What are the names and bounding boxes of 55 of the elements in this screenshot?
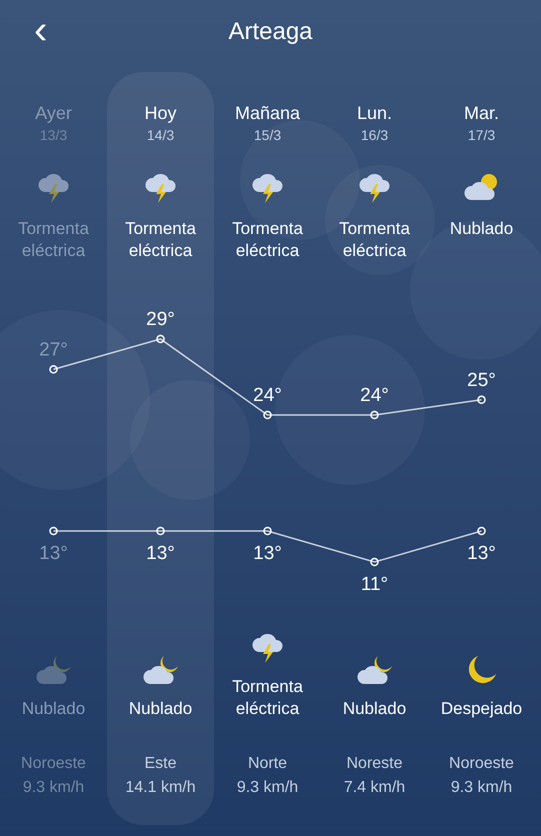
condition: Tormenta eléctrica bbox=[231, 218, 304, 262]
temperature-label: 29° bbox=[146, 309, 175, 330]
condition: Nublado bbox=[20, 698, 86, 720]
back-button[interactable]: ‹ bbox=[30, 10, 52, 50]
condition: Tormenta eléctrica bbox=[338, 218, 411, 262]
page-title: Arteaga bbox=[228, 17, 313, 47]
day-name: Mañana bbox=[234, 102, 300, 125]
day-name: Mar. bbox=[464, 102, 499, 125]
condition: Nublado bbox=[342, 698, 408, 720]
wind-direction: Noroeste bbox=[449, 754, 514, 774]
wind-direction: Noroeste bbox=[21, 754, 86, 774]
wind-speed: 9.3 km/h bbox=[450, 778, 512, 798]
temperature-label: 24° bbox=[253, 385, 282, 406]
wind-speed: 7.4 km/h bbox=[344, 778, 406, 798]
wind-direction: Noreste bbox=[346, 754, 403, 774]
condition: Tormenta eléctrica bbox=[17, 218, 90, 262]
data-point bbox=[477, 396, 486, 404]
condition: Despejado bbox=[440, 698, 524, 720]
temperature-label: 11° bbox=[360, 574, 388, 595]
day-name: Ayer bbox=[35, 102, 72, 125]
date: 16/3 bbox=[360, 126, 388, 145]
temperature-label: 13° bbox=[467, 543, 496, 564]
date: 14/3 bbox=[146, 126, 174, 145]
date: 15/3 bbox=[254, 126, 282, 145]
data-point bbox=[49, 526, 58, 536]
cloud-moon-icon bbox=[356, 654, 394, 686]
data-point bbox=[477, 526, 486, 536]
data-point bbox=[370, 558, 379, 566]
wind-speed: 9.3 km/h bbox=[236, 778, 298, 798]
temperature-label: 13° bbox=[146, 543, 175, 564]
day-name: Lun. bbox=[356, 102, 392, 125]
condition: Tormenta eléctrica bbox=[124, 218, 197, 262]
date: 17/3 bbox=[468, 126, 496, 145]
date: 13/3 bbox=[40, 126, 68, 145]
temperature-label: 27° bbox=[39, 339, 68, 360]
data-point bbox=[370, 410, 379, 420]
wind-speed: 9.3 km/h bbox=[22, 778, 84, 798]
data-point bbox=[49, 365, 58, 374]
temperature-label: 25° bbox=[467, 370, 496, 391]
data-point bbox=[263, 526, 272, 536]
wind-direction: Este bbox=[144, 754, 176, 774]
data-point bbox=[263, 410, 272, 420]
cloud-moon-icon bbox=[34, 654, 72, 686]
data-point bbox=[156, 526, 165, 536]
condition: Nublado bbox=[128, 698, 194, 720]
day-name: Hoy bbox=[144, 102, 176, 125]
temperature-label: 24° bbox=[360, 385, 389, 406]
temperature-label: 13° bbox=[39, 543, 68, 564]
wind-speed: 14.1 km/h bbox=[125, 778, 196, 798]
cloud-moon-icon bbox=[142, 654, 180, 686]
condition: Tormenta eléctrica bbox=[231, 676, 304, 720]
data-point bbox=[156, 334, 165, 344]
wind-direction: Norte bbox=[248, 754, 288, 774]
temperature-label: 13° bbox=[253, 543, 282, 564]
condition: Nublado bbox=[448, 218, 514, 240]
